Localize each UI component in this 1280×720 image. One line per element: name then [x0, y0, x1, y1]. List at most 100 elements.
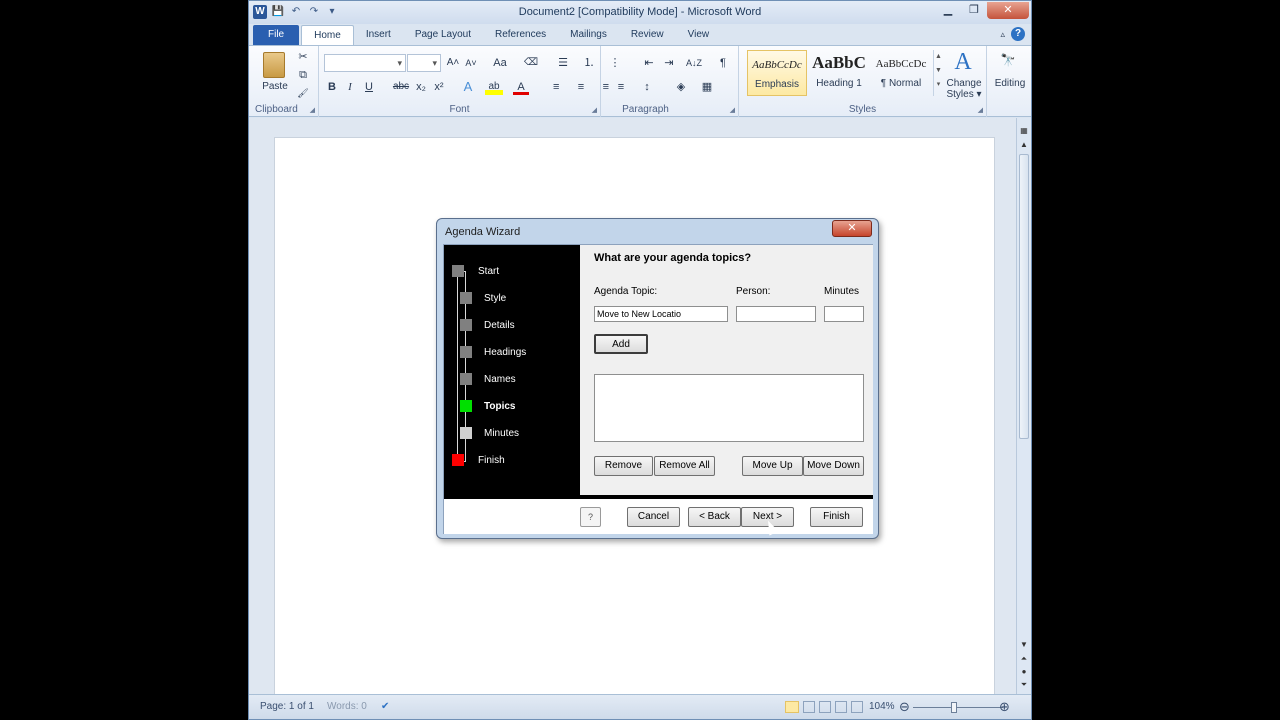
style-heading-1[interactable]: AaBbC Heading 1: [809, 50, 869, 96]
remove-button[interactable]: Remove: [594, 456, 653, 476]
tab-review[interactable]: Review: [619, 25, 676, 46]
cancel-button[interactable]: Cancel: [627, 507, 680, 527]
zoom-slider-track[interactable]: [913, 707, 1003, 708]
zoom-slider-thumb[interactable]: [951, 702, 957, 713]
step-headings[interactable]: Headings: [484, 347, 526, 358]
minimize-button[interactable]: ▁: [935, 2, 961, 19]
highlight-icon[interactable]: ab: [485, 79, 503, 95]
multilevel-list-icon[interactable]: ⋮: [605, 55, 625, 71]
zoom-in-icon[interactable]: ⊕: [999, 699, 1010, 715]
editing-button[interactable]: Editing: [987, 78, 1031, 89]
paste-button[interactable]: Paste: [257, 79, 293, 95]
print-layout-view-icon[interactable]: [785, 701, 799, 713]
restore-button[interactable]: ❐: [961, 2, 987, 19]
increase-indent-icon[interactable]: ⇥: [661, 55, 677, 71]
numbering-icon[interactable]: ⒈: [579, 55, 599, 71]
zoom-level[interactable]: 104%: [869, 701, 895, 712]
agenda-topic-input[interactable]: Move to New Locatio: [594, 306, 728, 322]
ruler-toggle-icon[interactable]: ▦: [1017, 126, 1031, 135]
copy-icon[interactable]: ⧉: [295, 67, 311, 83]
person-input[interactable]: [736, 306, 816, 322]
underline-button[interactable]: U: [361, 79, 377, 95]
style-emphasis[interactable]: AaBbCcDc Emphasis: [747, 50, 807, 96]
text-effects-icon[interactable]: A: [459, 79, 477, 95]
align-left-icon[interactable]: ≡: [553, 79, 569, 95]
move-up-button[interactable]: Move Up: [742, 456, 803, 476]
bold-button[interactable]: B: [325, 79, 339, 95]
decrease-indent-icon[interactable]: ⇤: [641, 55, 657, 71]
align-right-icon[interactable]: ≡: [593, 79, 609, 95]
add-button[interactable]: Add: [594, 334, 648, 354]
cut-icon[interactable]: ✂: [295, 49, 311, 65]
italic-button[interactable]: I: [343, 79, 357, 95]
borders-icon[interactable]: ▦: [697, 79, 717, 95]
full-screen-view-icon[interactable]: [803, 701, 815, 713]
paragraph-launcher-icon[interactable]: ◢: [730, 106, 735, 114]
grow-font-icon[interactable]: A˄: [445, 55, 461, 71]
finish-button[interactable]: Finish: [810, 507, 863, 527]
subscript-button[interactable]: x₂: [413, 79, 429, 95]
shading-icon[interactable]: ◈: [671, 79, 691, 95]
paste-icon[interactable]: [263, 52, 285, 78]
vertical-scrollbar[interactable]: ▦ ▲ ▼ ⏶ ● ⏷: [1016, 118, 1031, 696]
remove-all-button[interactable]: Remove All: [654, 456, 715, 476]
font-color-icon[interactable]: A: [513, 79, 529, 95]
step-topics[interactable]: Topics: [484, 401, 515, 412]
change-case-icon[interactable]: Aa: [489, 55, 511, 71]
format-painter-icon[interactable]: 🖌: [295, 85, 311, 101]
font-size-combo[interactable]: ▾: [407, 54, 441, 72]
page-count[interactable]: Page: 1 of 1: [260, 701, 314, 712]
wizard-help-icon[interactable]: ?: [580, 507, 601, 527]
back-button[interactable]: < Back: [688, 507, 741, 527]
line-spacing-icon[interactable]: ↕: [637, 79, 657, 95]
clear-formatting-icon[interactable]: ⌫: [523, 55, 539, 71]
change-styles-icon[interactable]: A: [945, 50, 981, 74]
draft-view-icon[interactable]: [851, 701, 863, 713]
step-style[interactable]: Style: [484, 293, 506, 304]
close-window-button[interactable]: ✕: [987, 2, 1029, 19]
step-details[interactable]: Details: [484, 320, 515, 331]
minimize-ribbon-icon[interactable]: ▵: [1000, 27, 1005, 41]
web-layout-view-icon[interactable]: [819, 701, 831, 713]
sort-icon[interactable]: A↓Z: [683, 55, 705, 71]
tab-insert[interactable]: Insert: [354, 25, 403, 46]
next-page-icon[interactable]: ⏷: [1017, 680, 1031, 690]
superscript-button[interactable]: x²: [431, 79, 447, 95]
font-name-combo[interactable]: ▾: [324, 54, 406, 72]
word-count[interactable]: Words: 0: [327, 701, 367, 712]
help-icon[interactable]: ?: [1011, 27, 1025, 41]
tab-file[interactable]: File: [253, 25, 300, 46]
style-normal[interactable]: AaBbCcDc ¶ Normal: [871, 50, 931, 96]
prev-page-icon[interactable]: ⏶: [1017, 654, 1031, 664]
tab-references[interactable]: References: [483, 25, 558, 46]
justify-icon[interactable]: ≡: [613, 79, 629, 95]
scroll-down-icon[interactable]: ▼: [1017, 640, 1031, 649]
scroll-up-icon[interactable]: ▲: [1017, 140, 1031, 149]
move-down-button[interactable]: Move Down: [803, 456, 864, 476]
change-styles-button[interactable]: Change Styles ▾: [943, 78, 985, 100]
find-icon[interactable]: 🔭: [997, 52, 1019, 68]
step-start[interactable]: Start: [478, 266, 499, 277]
zoom-out-icon[interactable]: ⊖: [899, 699, 910, 715]
tab-page-layout[interactable]: Page Layout: [403, 25, 483, 46]
topics-list[interactable]: [594, 374, 864, 442]
proofing-icon[interactable]: ✔: [381, 701, 389, 712]
scroll-thumb[interactable]: [1019, 154, 1029, 439]
browse-object-icon[interactable]: ●: [1017, 667, 1031, 676]
strikethrough-button[interactable]: abc: [391, 79, 411, 95]
tab-view[interactable]: View: [676, 25, 722, 46]
minutes-input[interactable]: [824, 306, 864, 322]
shrink-font-icon[interactable]: A˅: [463, 55, 479, 71]
styles-scroll[interactable]: ▲ ▼ ▾: [933, 50, 943, 96]
clipboard-launcher-icon[interactable]: ◢: [310, 106, 315, 114]
align-center-icon[interactable]: ≡: [573, 79, 589, 95]
bullets-icon[interactable]: ☰: [553, 55, 573, 71]
step-minutes[interactable]: Minutes: [484, 428, 519, 439]
step-names[interactable]: Names: [484, 374, 516, 385]
styles-launcher-icon[interactable]: ◢: [978, 106, 983, 114]
show-formatting-icon[interactable]: ¶: [715, 55, 731, 71]
step-finish[interactable]: Finish: [478, 455, 505, 466]
dialog-close-button[interactable]: ✕: [832, 220, 872, 237]
tab-home[interactable]: Home: [301, 25, 354, 46]
tab-mailings[interactable]: Mailings: [558, 25, 619, 46]
